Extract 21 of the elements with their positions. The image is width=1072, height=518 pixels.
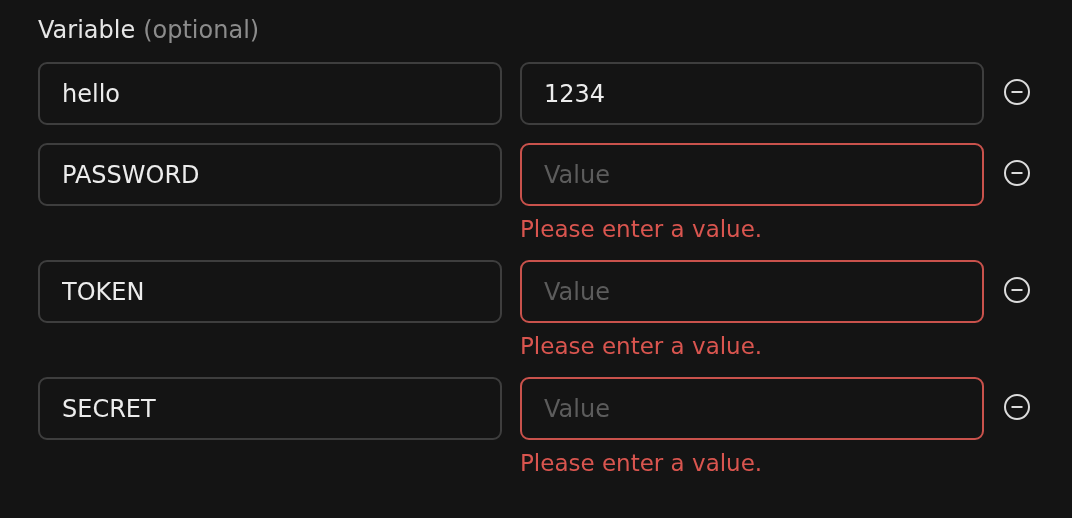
remove-button[interactable]	[1002, 77, 1032, 107]
key-input[interactable]: TOKEN	[38, 260, 502, 323]
error-message: Please enter a value.	[520, 333, 763, 359]
value-input[interactable]: Value	[520, 377, 984, 440]
field-label: Variable	[38, 16, 136, 44]
value-input[interactable]: Value	[520, 143, 984, 206]
error-message: Please enter a value.	[520, 216, 763, 242]
value-input[interactable]: 1234	[520, 62, 984, 125]
remove-button[interactable]	[1002, 392, 1032, 422]
remove-button[interactable]	[1002, 275, 1032, 305]
error-message: Please enter a value.	[520, 450, 763, 476]
optional-hint: (optional)	[143, 16, 260, 44]
minus-circle-icon	[1003, 159, 1031, 187]
key-input[interactable]: hello	[38, 62, 502, 125]
remove-button[interactable]	[1002, 158, 1032, 188]
minus-circle-icon	[1003, 393, 1031, 421]
value-input[interactable]: Value	[520, 260, 984, 323]
key-input[interactable]: SECRET	[38, 377, 502, 440]
minus-circle-icon	[1003, 276, 1031, 304]
key-input[interactable]: PASSWORD	[38, 143, 502, 206]
minus-circle-icon	[1003, 78, 1031, 106]
